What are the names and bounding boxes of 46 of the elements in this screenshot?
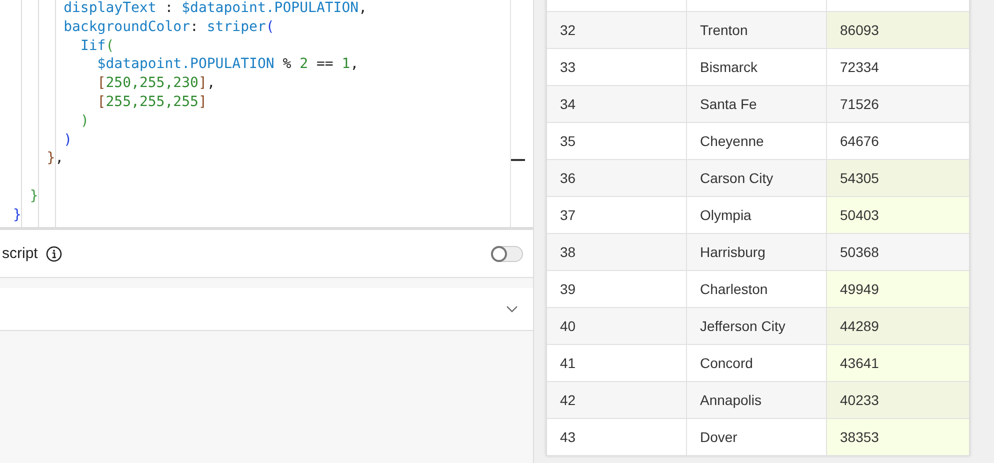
table-cell: 44289 [827, 308, 969, 344]
table-cell: Bismarck [687, 49, 827, 85]
code-line: [255,255,255] [96, 92, 208, 112]
table-cell-text: 72334 [839, 58, 880, 77]
table-cell: 40 [547, 308, 687, 344]
table-cell: 54305 [827, 160, 969, 196]
table-cell: 39 [547, 271, 687, 307]
code-line: $datapoint.POPULATION % 2 == 1, [96, 55, 360, 74]
table-cell: 35 [547, 123, 687, 159]
table-cell: Harrisburg [687, 234, 827, 270]
table-cell: Santa Fe [687, 86, 827, 122]
chevron-down-icon[interactable] [506, 305, 518, 313]
code-line: backgroundColor: striper( [62, 18, 276, 37]
table-cell: 36 [547, 160, 687, 196]
table-cell: 41 [547, 345, 687, 381]
table-cell: 34 [547, 86, 687, 122]
table-cell: 43 [547, 419, 687, 455]
table-cell: 40233 [827, 382, 969, 418]
table-cell-text: 71526 [839, 95, 880, 114]
overview-ruler-mark [511, 159, 525, 161]
table-cell-text: 50368 [839, 243, 880, 262]
table-cell: 37 [547, 197, 687, 233]
table-cell: 42 [547, 382, 687, 418]
code-line: [250,255,230], [96, 74, 216, 93]
setting-label: script [2, 245, 38, 262]
code-line: Iif( [79, 36, 116, 56]
table-cell: 49949 [827, 271, 969, 307]
table-cell: 43641 [827, 345, 969, 381]
code-line: ) [62, 130, 74, 150]
table-cell: 38353 [827, 419, 969, 455]
table-cell: 32 [547, 12, 687, 48]
editor-scrollbar[interactable] [510, 0, 525, 227]
code-line: displayText : $datapoint.POPULATION, [62, 0, 368, 18]
code-editor[interactable]: displayText : $datapoint.POPULATION, backgroundColor: striper( Iif( $datapoint.POPULATION % 2 == 1, [250,255,230], [255,255,255] ) ) }, } } [0, 0, 533, 230]
info-icon[interactable] [46, 246, 62, 262]
code-line: }, [46, 149, 65, 168]
table-cell-text: 64676 [839, 132, 880, 151]
table-cell: 86093 [827, 12, 969, 48]
table-cell: 38 [547, 234, 687, 270]
code-line: } [13, 206, 22, 225]
code-line: } [28, 186, 40, 206]
table-cell: 33 [547, 49, 687, 85]
table-cell: Cheyenne [687, 123, 827, 159]
code-line: ) [79, 112, 90, 131]
toggle-switch[interactable] [491, 246, 523, 262]
table-cell: 50403 [827, 197, 969, 233]
